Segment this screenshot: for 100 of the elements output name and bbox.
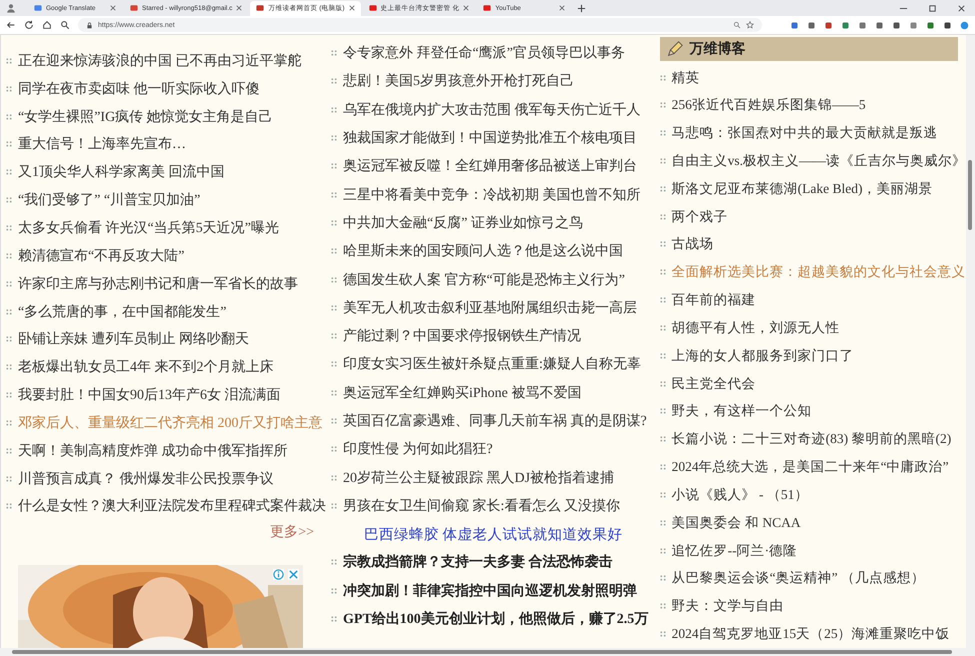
blog-link[interactable]: 上海的女人都服务到家门口了 xyxy=(672,346,854,365)
headline-link[interactable]: 冲突加剧！菲律宾指控中国向巡逻机发射照明弹 xyxy=(343,582,637,600)
headline-link[interactable]: 悲剧！美国5岁男孩意外开枪打死自己 xyxy=(343,72,574,90)
headline-link[interactable]: 美军无人机攻击叙利亚基地附属组织击毙一高层 xyxy=(343,298,637,317)
blog-link[interactable]: 两个戏子 xyxy=(672,208,728,226)
blog-link[interactable]: 自由主义vs.极权主义——读《丘吉尔与奥威尔》 xyxy=(672,152,966,170)
headline-link[interactable]: 老板爆出轨女员工4年 来不到2个月就上床 xyxy=(18,358,274,376)
scrollbar-thumb[interactable] xyxy=(968,160,972,230)
headline-link[interactable]: 奥运冠军被反噬！全红婵用奢侈品被送上审判台 xyxy=(343,157,637,176)
assistant-icon[interactable] xyxy=(960,20,969,30)
bullet-icon xyxy=(660,631,666,638)
blog-link[interactable]: 古战场 xyxy=(672,235,714,254)
headline-link[interactable]: 印度性侵 为何如此猖狂? xyxy=(343,440,493,458)
headline-link[interactable]: 川普预言成真？ 俄州爆发非公民投票争议 xyxy=(18,470,274,488)
back-icon[interactable] xyxy=(6,20,16,30)
scrollbar[interactable] xyxy=(966,35,975,648)
headline-link[interactable]: 20岁荷兰公主疑被跟踪 黑人DJ被枪指着逮捕 xyxy=(343,468,614,487)
headline-link[interactable]: 德国发生砍人案 官方称“可能是恐怖主义行为” xyxy=(343,270,625,289)
blog-link[interactable]: 精英 xyxy=(672,68,700,87)
blog-link[interactable]: 2024自驾克罗地亚15天（25）海滩重聚吃中饭 xyxy=(672,625,950,644)
headline-link[interactable]: 许家印主席与孙志刚书记和唐一军省长的故事 xyxy=(18,274,298,293)
close-icon[interactable] xyxy=(110,5,116,11)
headline-link[interactable]: 宗教成挡箭牌？支持一夫多妻 合法恐怖袭击 xyxy=(343,553,612,572)
bullet-icon xyxy=(660,214,666,220)
blog-link[interactable]: 斯洛文尼亚布莱德湖(Lake Bled)，美丽湖景 xyxy=(672,180,932,198)
headline-link[interactable]: 产能过剩？中国要求停报钢铁生产情况 xyxy=(343,327,581,346)
bullet-icon xyxy=(331,276,337,283)
blog-link[interactable]: 从巴黎奥运会谈“奥运精神” （几点感想） xyxy=(672,569,925,588)
headline-link[interactable]: 天啊！美制高精度炸弹 成功命中俄军指挥所 xyxy=(18,442,288,460)
close-icon[interactable] xyxy=(348,5,355,11)
info-icon[interactable] xyxy=(273,568,284,580)
headline-link[interactable]: 正在迎来惊涛骇浪的中国 已不再由习近平掌舵 xyxy=(18,52,302,70)
bullet-icon xyxy=(660,241,666,248)
blog-link[interactable]: 长篇小说：二十三对奇迹(83) 黎明前的黑暗(2) xyxy=(672,430,952,448)
blog-link[interactable]: 百年前的福建 xyxy=(672,291,756,310)
blog-link[interactable]: 野夫：文学与自由 xyxy=(672,597,784,616)
headline-link[interactable]: 哈里斯未来的国安顾问人选？他是这么说中国 xyxy=(343,242,623,260)
search-icon[interactable] xyxy=(60,20,70,30)
headline-link[interactable]: 奥运冠军全红婵购买iPhone 被骂不爱国 xyxy=(343,384,582,402)
bullet-icon xyxy=(331,418,337,424)
headline-link[interactable]: “女学生裸照”IG疯传 她惊觉女主角是自己 xyxy=(18,108,273,126)
blog-link[interactable]: 美国奥委会 和 NCAA xyxy=(672,514,801,532)
headline-link[interactable]: 重大信号！上海率先宣布… xyxy=(18,135,186,154)
restore-icon[interactable] xyxy=(928,4,937,12)
headline-link[interactable]: 太多女兵偷看 许光汉“当兵第5天近况”曝光 xyxy=(18,218,279,237)
headline-link[interactable]: 什么是女性？澳大利亚法院发布里程碑式案件裁决 xyxy=(18,497,326,516)
headline-link[interactable]: 男孩在女卫生间偷窥 家长:看看怎么 又没摸你 xyxy=(343,496,620,515)
blog-link[interactable]: 野夫，有这样一个公知 xyxy=(672,402,812,420)
bullet-icon xyxy=(660,575,666,582)
bullet-icon xyxy=(660,186,666,192)
blog-link[interactable]: 民主党全代会 xyxy=(672,374,756,393)
ad-link[interactable]: 巴西绿蜂胶 体虚老人试试就知道效果好 xyxy=(364,524,623,544)
more-link[interactable]: 更多>> xyxy=(270,523,314,542)
headline-link[interactable]: 赖清德宣布“不再反攻大陆” xyxy=(18,246,184,265)
headline-link[interactable]: “多么荒唐的事，在中国都能发生” xyxy=(18,302,226,321)
headline-link[interactable]: 三星中将看美中竞争：冷战初期 美国也曾不知所 xyxy=(343,186,640,204)
bullet-icon xyxy=(331,588,337,594)
new-tab-icon[interactable] xyxy=(577,4,586,12)
bullet-icon xyxy=(660,297,666,304)
headline-link[interactable]: “我们受够了” “川普宝贝加油” xyxy=(18,191,200,210)
headline-link[interactable]: 英国百亿富豪遇难、同事几天前车祸 真的是阴谋? xyxy=(343,412,647,430)
star-icon[interactable] xyxy=(746,21,754,29)
scrollbar[interactable] xyxy=(0,648,975,656)
headline-link[interactable]: 又1顶尖华人科学家离美 回流中国 xyxy=(18,163,224,182)
headline-link[interactable]: 印度女实习医生被奸杀疑点重重:嫌疑人自称无辜 xyxy=(343,355,641,374)
blog-link[interactable]: 2024年总统大选，是美国二十来年“中庸政治” xyxy=(672,458,949,476)
blog-link[interactable]: 追忆佐罗--阿兰·德隆 xyxy=(672,542,798,560)
blog-link[interactable]: 256张近代百姓娱乐图集锦——5 xyxy=(672,96,866,114)
headline-link[interactable]: 中共加大金融“反腐” 证券业如惊弓之鸟 xyxy=(343,214,583,232)
headline-link[interactable]: 卧铺让亲妹 遭列车员制止 网络吵翻天 xyxy=(18,330,249,348)
headline-link[interactable]: 同学在夜市卖卤味 他一听实际收入吓傻 xyxy=(18,80,260,98)
reload-icon[interactable] xyxy=(24,20,34,30)
section-title: 万维博客 xyxy=(690,40,746,58)
profile-icon[interactable] xyxy=(6,3,16,13)
blog-link[interactable]: 胡德平有人性，刘源无人性 xyxy=(672,318,840,337)
headline-link[interactable]: 我要封肚！中国女90后13年产6女 泪流满面 xyxy=(18,386,280,404)
bullet-icon xyxy=(6,308,12,315)
headline-link[interactable]: GPT给出100美元创业计划，他照做后，赚了2.5万 xyxy=(343,610,648,628)
headline-link[interactable]: 乌军在俄境内扩大攻击范围 俄军每天伤亡近千人 xyxy=(343,100,640,119)
headline-link[interactable]: 令专家意外 拜登任命“鹰派”官员领导巴以事务 xyxy=(343,44,625,62)
bullet-icon xyxy=(6,392,12,398)
close-icon[interactable] xyxy=(957,4,966,12)
blog-link[interactable]: 小说《贱人》 - （51） xyxy=(672,486,808,504)
bullet-icon xyxy=(331,361,337,368)
close-icon[interactable] xyxy=(236,5,242,11)
bullet-icon xyxy=(660,269,666,276)
bullet-icon xyxy=(331,559,337,566)
close-icon[interactable] xyxy=(559,5,566,11)
home-icon[interactable] xyxy=(42,20,52,30)
bullet-icon xyxy=(331,616,337,622)
zoom-icon[interactable] xyxy=(733,21,741,29)
favicon-icon xyxy=(368,4,377,12)
scrollbar-thumb[interactable] xyxy=(12,650,952,654)
bullet-icon xyxy=(331,248,337,254)
bullet-icon xyxy=(6,503,12,510)
close-icon[interactable] xyxy=(463,5,470,11)
bullet-icon xyxy=(660,102,666,108)
headline-link[interactable]: 独裁国家才能做到！中国逆势批准五个核电项目 xyxy=(343,129,637,148)
bullet-icon xyxy=(6,224,12,231)
blog-link[interactable]: 马悲鸣：张国焘对中共的最大贡献就是叛逃 xyxy=(672,124,938,142)
